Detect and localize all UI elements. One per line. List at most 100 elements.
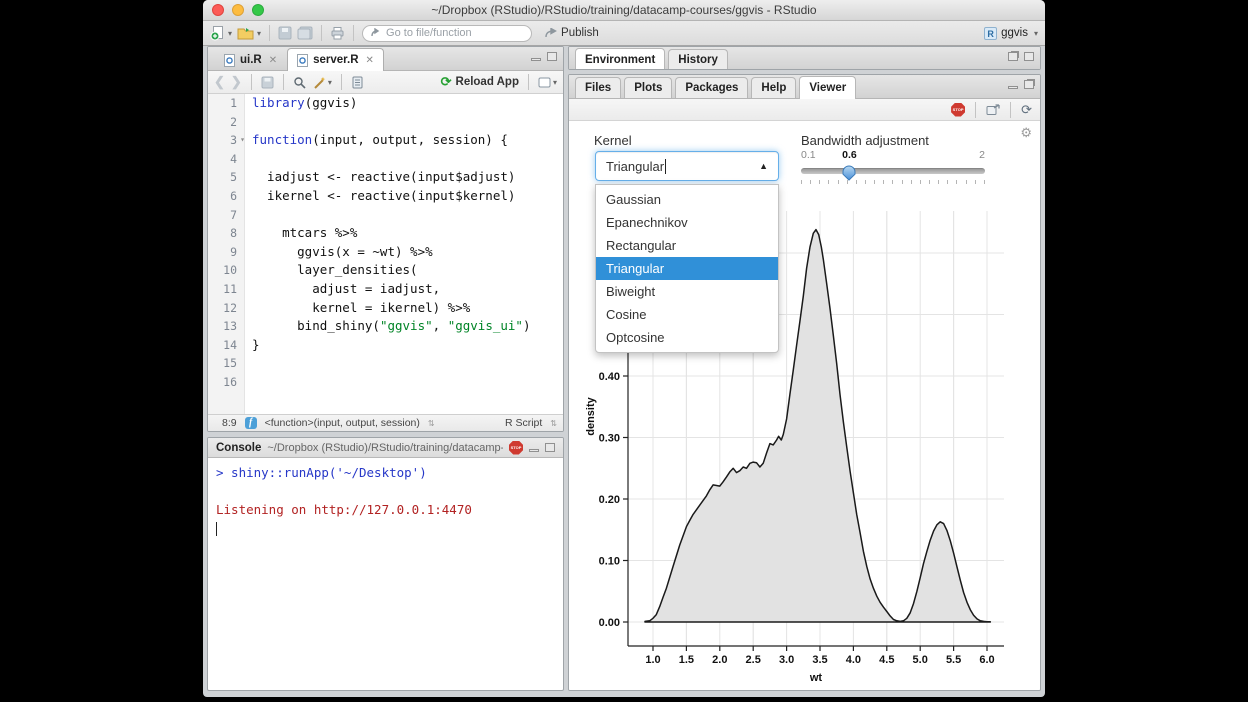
- code-line[interactable]: 4: [208, 150, 563, 169]
- back-icon[interactable]: ❮: [214, 74, 225, 90]
- forward-icon[interactable]: ❯: [231, 74, 242, 90]
- code-text: function(input, output, session) {: [244, 131, 508, 150]
- line-number: 3▾: [208, 131, 244, 150]
- stop-app-button[interactable]: STOP: [951, 103, 965, 117]
- code-line[interactable]: 14}: [208, 336, 563, 355]
- goto-placeholder: Go to file/function: [386, 27, 472, 39]
- tab-help[interactable]: Help: [751, 77, 796, 98]
- refresh-icon[interactable]: ⟳: [1021, 103, 1032, 116]
- gear-icon[interactable]: ⚙: [1020, 125, 1032, 141]
- maximize-pane-button[interactable]: [545, 443, 555, 452]
- tab-viewer[interactable]: Viewer: [799, 76, 856, 99]
- code-line[interactable]: 9 ggvis(x = ~wt) %>%: [208, 243, 563, 262]
- line-number: 15: [208, 354, 244, 373]
- code-line[interactable]: 13 bind_shiny("ggvis", "ggvis_ui"): [208, 317, 563, 336]
- code-tools-button[interactable]: ▾: [312, 76, 332, 89]
- dropdown-option-rectangular[interactable]: Rectangular: [596, 234, 778, 257]
- compile-notebook-icon[interactable]: [351, 76, 364, 89]
- code-line[interactable]: 15: [208, 354, 563, 373]
- code-line[interactable]: 5 iadjust <- reactive(input$adjust): [208, 168, 563, 187]
- minimize-pane-button[interactable]: [531, 58, 541, 61]
- goto-file-search[interactable]: Go to file/function: [362, 25, 532, 42]
- text-cursor: [665, 159, 666, 174]
- fold-icon[interactable]: ▾: [240, 131, 245, 150]
- publish-button[interactable]: Publish: [545, 27, 599, 39]
- stop-icon[interactable]: STOP: [509, 441, 523, 455]
- document-type[interactable]: R Script: [505, 417, 542, 429]
- tab-history[interactable]: History: [668, 49, 728, 70]
- toolbar-separator: [353, 25, 354, 41]
- minimize-pane-button[interactable]: [529, 449, 539, 452]
- save-icon[interactable]: [261, 76, 274, 89]
- dropdown-option-optcosine[interactable]: Optcosine: [596, 326, 778, 349]
- dropdown-option-triangular[interactable]: Triangular: [596, 257, 778, 280]
- code-line[interactable]: 7: [208, 206, 563, 225]
- tab-packages[interactable]: Packages: [675, 77, 748, 98]
- new-file-button[interactable]: ▾: [210, 25, 232, 41]
- code-text: library(ggvis): [244, 94, 357, 113]
- code-editor[interactable]: 1library(ggvis)23▾function(input, output…: [208, 94, 563, 414]
- maximize-pane-button[interactable]: [1024, 52, 1034, 61]
- restore-pane-button[interactable]: [1008, 52, 1018, 61]
- search-icon[interactable]: [293, 76, 306, 89]
- r-script-icon: [224, 54, 235, 67]
- kernel-select[interactable]: Triangular ▲: [595, 151, 779, 181]
- code-text: }: [244, 336, 260, 355]
- open-new-window-icon[interactable]: [986, 104, 1000, 116]
- code-line[interactable]: 1library(ggvis): [208, 94, 563, 113]
- tab-environment[interactable]: Environment: [575, 48, 665, 70]
- tab-plots[interactable]: Plots: [624, 77, 672, 98]
- code-text: bind_shiny("ggvis", "ggvis_ui"): [244, 317, 530, 336]
- dropdown-option-biweight[interactable]: Biweight: [596, 280, 778, 303]
- function-scope[interactable]: <function>(input, output, session): [265, 417, 420, 429]
- console-title[interactable]: Console: [216, 442, 261, 454]
- chevron-down-icon: ▾: [553, 78, 557, 87]
- code-line[interactable]: 2: [208, 113, 563, 132]
- toolbar-separator: [251, 74, 252, 90]
- slider-handle[interactable]: [842, 165, 856, 181]
- maximize-pane-button[interactable]: [547, 52, 557, 61]
- close-tab-icon[interactable]: ✕: [269, 55, 277, 66]
- dropdown-option-cosine[interactable]: Cosine: [596, 303, 778, 326]
- code-line[interactable]: 16: [208, 373, 563, 392]
- console-line: [216, 483, 555, 502]
- restore-pane-button[interactable]: [1024, 80, 1034, 89]
- code-text: iadjust <- reactive(input$adjust): [244, 168, 515, 187]
- code-line[interactable]: 11 adjust = iadjust,: [208, 280, 563, 299]
- code-line[interactable]: 8 mtcars %>%: [208, 224, 563, 243]
- right-column: EnvironmentHistory Files Plots PackagesHel…: [568, 46, 1041, 691]
- bandwidth-slider[interactable]: 0.1 0.6 2: [801, 149, 985, 184]
- slider-track[interactable]: [801, 168, 985, 174]
- code-line[interactable]: 6 ikernel <- reactive(input$kernel): [208, 187, 563, 206]
- tab-serverr[interactable]: server.R✕: [287, 48, 384, 71]
- project-label: ggvis: [1001, 27, 1028, 39]
- svg-text:5.5: 5.5: [946, 654, 961, 666]
- tab-uir[interactable]: ui.R✕: [214, 49, 287, 70]
- save-button[interactable]: [278, 26, 292, 40]
- print-button[interactable]: [330, 26, 345, 40]
- reload-app-button[interactable]: ⟳ Reload App: [441, 74, 519, 90]
- minimize-pane-button[interactable]: [1008, 86, 1018, 89]
- titlebar: ~/Dropbox (RStudio)/RStudio/training/dat…: [203, 0, 1045, 21]
- save-all-button[interactable]: [297, 26, 313, 40]
- tab-label: Plots: [634, 82, 662, 94]
- code-line[interactable]: 3▾function(input, output, session) {: [208, 131, 563, 150]
- code-text: kernel = ikernel) %>%: [244, 299, 470, 318]
- dropdown-option-gaussian[interactable]: Gaussian: [596, 188, 778, 211]
- print-icon: [330, 26, 345, 40]
- dropdown-option-epanechnikov[interactable]: Epanechnikov: [596, 211, 778, 234]
- project-menu-button[interactable]: R ggvis ▾: [984, 27, 1038, 40]
- console-output[interactable]: > shiny::runApp('~/Desktop') Listening o…: [208, 458, 563, 690]
- code-line[interactable]: 12 kernel = ikernel) %>%: [208, 299, 563, 318]
- shiny-app: 0.000.100.200.300.400.500.601.01.52.02.5…: [569, 121, 1040, 690]
- close-tab-icon[interactable]: ✕: [366, 55, 374, 66]
- code-line[interactable]: 10 layer_densities(: [208, 261, 563, 280]
- tab-files[interactable]: Files: [575, 77, 621, 98]
- source-menu-button[interactable]: ▾: [538, 77, 557, 88]
- viewer-tabbar: Files Plots PackagesHelpViewer: [569, 75, 1040, 99]
- line-number: 10: [208, 261, 244, 280]
- code-text: ikernel <- reactive(input$kernel): [244, 187, 515, 206]
- environment-tabbar: EnvironmentHistory: [569, 47, 1040, 70]
- open-file-button[interactable]: ▾: [237, 26, 261, 40]
- code-text: layer_densities(: [244, 261, 418, 280]
